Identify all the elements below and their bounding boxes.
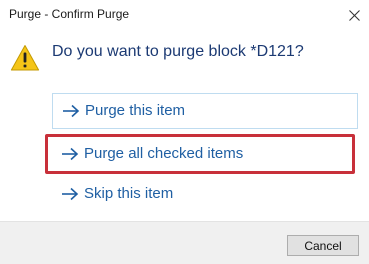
- skip-this-item-label: Skip this item: [84, 185, 174, 203]
- arrow-right-icon: [61, 187, 79, 201]
- confirm-question: Do you want to purge block *D121?: [52, 43, 304, 60]
- close-button[interactable]: [339, 0, 369, 30]
- window-title: Purge - Confirm Purge: [9, 7, 130, 21]
- cancel-button[interactable]: Cancel: [287, 235, 359, 256]
- purge-all-checked-items-label: Purge all checked items: [84, 145, 244, 163]
- title-bar[interactable]: Purge - Confirm Purge: [0, 0, 369, 30]
- skip-this-item-button[interactable]: Skip this item: [52, 176, 358, 212]
- purge-this-item-label: Purge this item: [85, 102, 186, 120]
- warning-icon: [10, 44, 40, 72]
- dialog-footer: Cancel: [0, 221, 369, 264]
- arrow-right-icon: [62, 104, 80, 118]
- close-icon: [348, 9, 360, 21]
- purge-this-item-button[interactable]: Purge this item: [52, 93, 358, 129]
- arrow-right-icon: [61, 147, 79, 161]
- purge-all-checked-items-button[interactable]: Purge all checked items: [52, 136, 358, 172]
- confirm-purge-dialog: Purge - Confirm Purge Do you want to pur…: [0, 0, 369, 264]
